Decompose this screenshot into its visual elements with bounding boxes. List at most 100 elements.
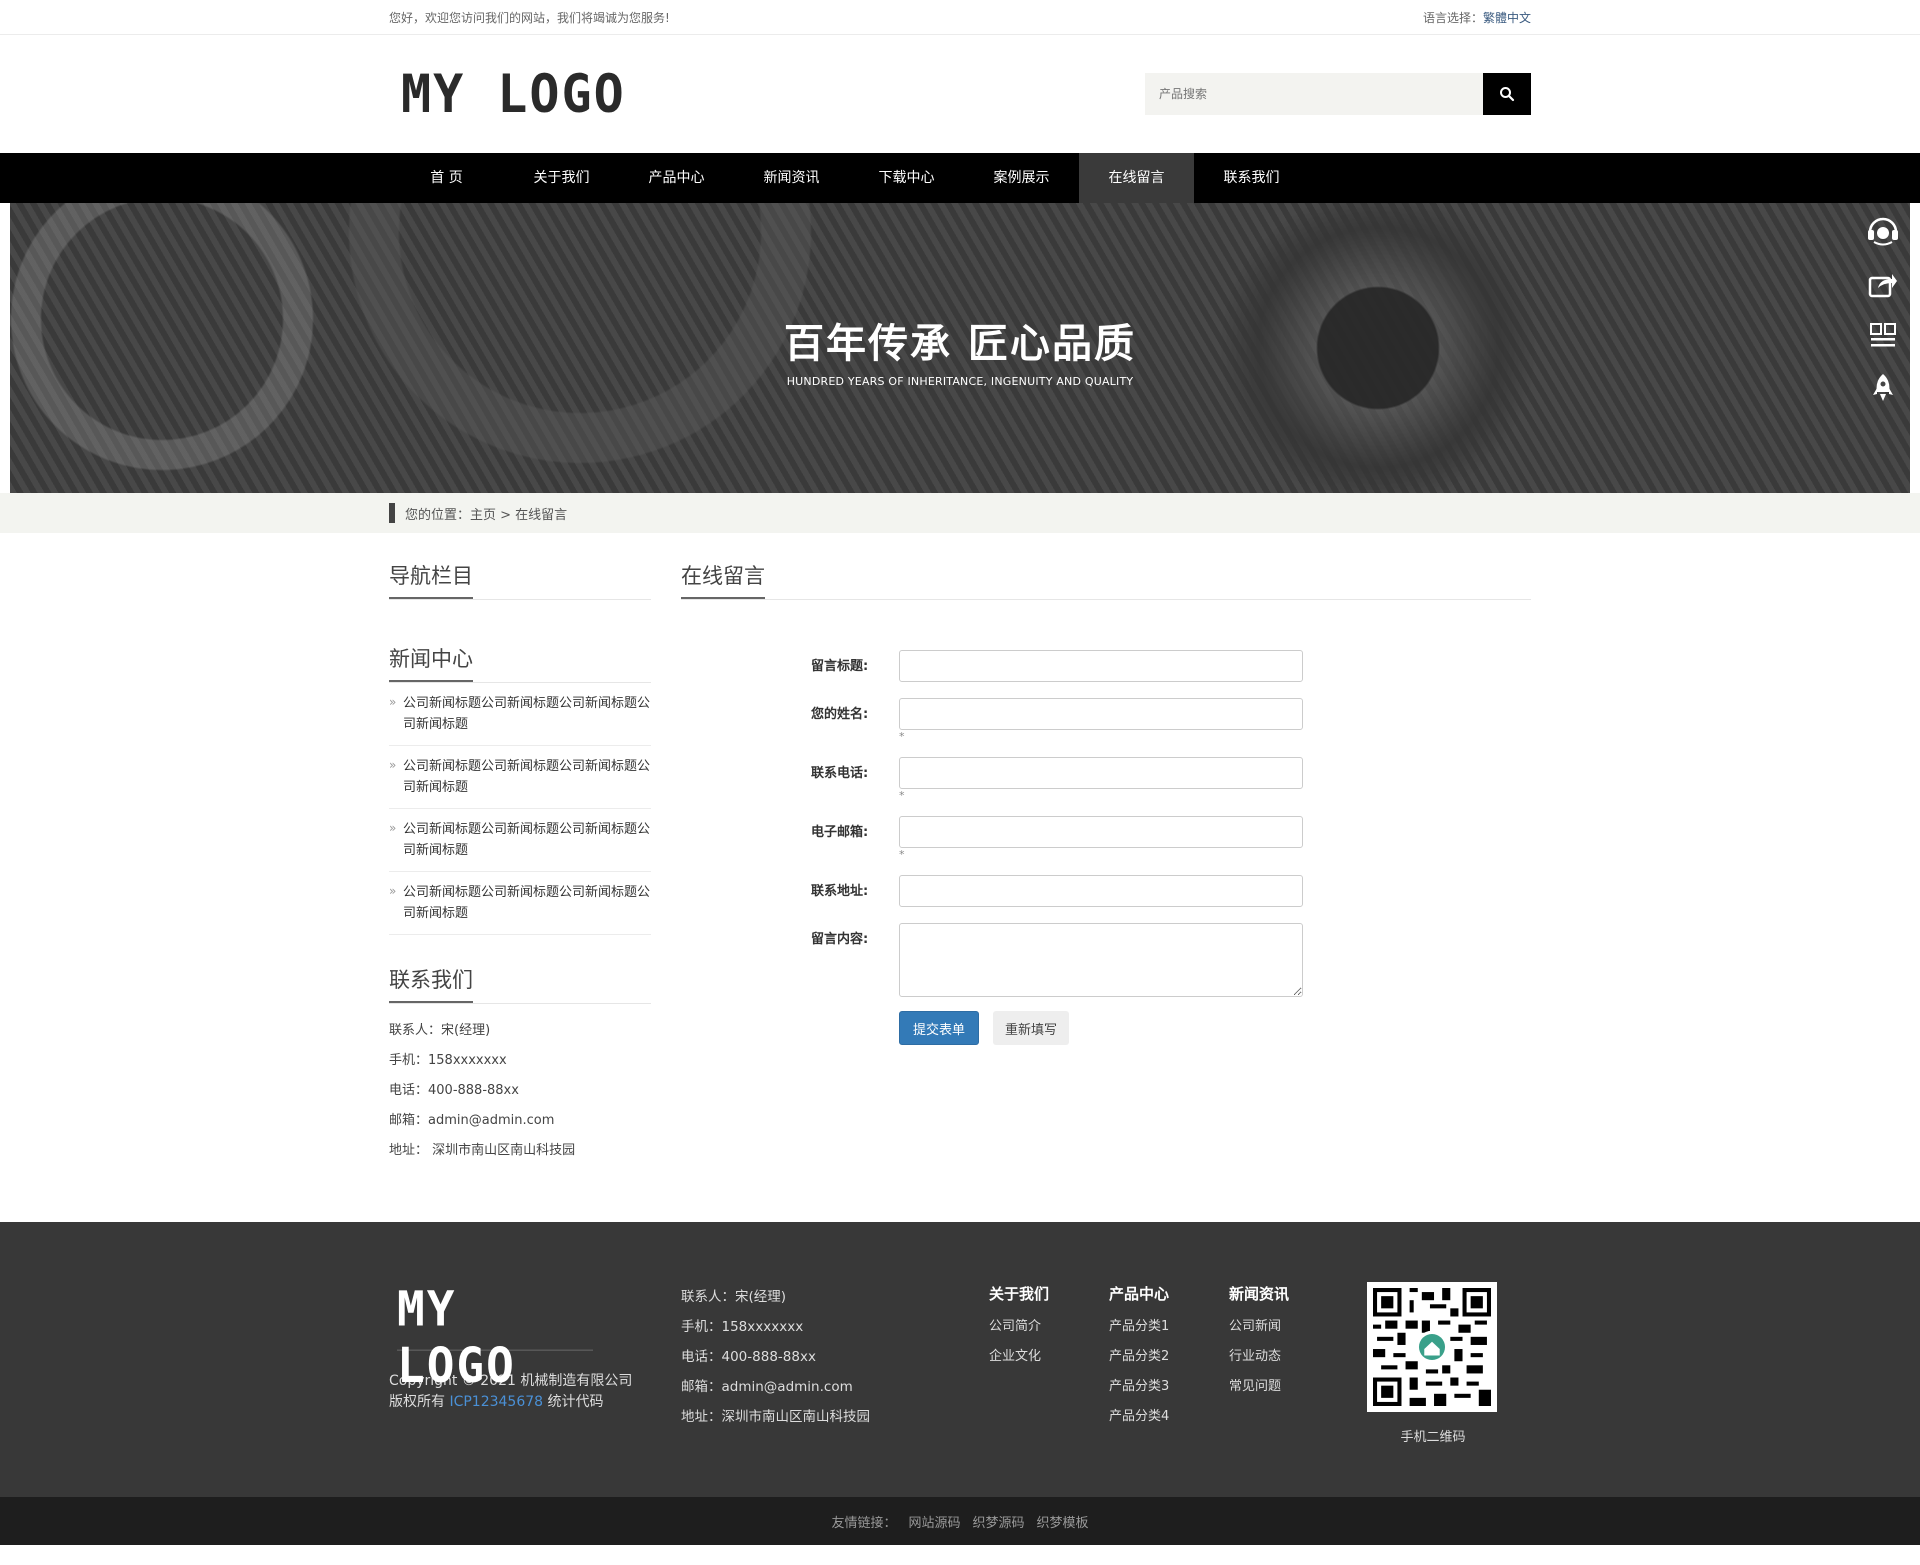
sidebar-nav-section: 导航栏目: [389, 557, 651, 600]
sidebar-contact-section: 联系我们 联系人：宋(经理) 手机：158xxxxxxx 电话：400-888-…: [389, 961, 651, 1166]
main-nav: 首 页 关于我们 产品中心 新闻资讯 下载中心 案例展示 在线留言 联系我们: [0, 153, 1920, 203]
email-field[interactable]: [899, 816, 1303, 848]
nav-item-home[interactable]: 首 页: [389, 153, 504, 203]
title-field[interactable]: [899, 650, 1303, 682]
search-box: [1145, 73, 1531, 115]
sidebar-nav-title-wrap: 导航栏目: [389, 557, 651, 600]
qrcode-icon: [1870, 323, 1896, 347]
nav-item-news[interactable]: 新闻资讯: [734, 153, 849, 203]
reset-button[interactable]: 重新填写: [993, 1011, 1070, 1045]
nav-item-about[interactable]: 关于我们: [504, 153, 619, 203]
message-form: 留言标题: 您的姓名: * 联系电话: * 电子邮箱: * 联系地址: 留言内容…: [811, 600, 1531, 1045]
contact-email: 邮箱：admin@admin.com: [389, 1113, 555, 1128]
breadcrumb-bar: 您的位置：主页 > 在线留言: [0, 493, 1920, 533]
footer-col-products: 产品中心 产品分类1 产品分类2 产品分类3 产品分类4: [1109, 1282, 1229, 1445]
footer-link[interactable]: 公司新闻: [1229, 1312, 1349, 1342]
sidebar: 导航栏目 新闻中心 公司新闻标题公司新闻标题公司新闻标题公司新闻标题 公司新闻标…: [389, 557, 651, 1206]
nav-item-products[interactable]: 产品中心: [619, 153, 734, 203]
form-row-address: 联系地址:: [811, 875, 1531, 909]
address-field[interactable]: [899, 875, 1303, 907]
contact-address: 地址： 深圳市南山区南山科技园: [389, 1143, 576, 1158]
language-link[interactable]: 繁體中文: [1483, 11, 1531, 25]
rocket-icon: [1873, 374, 1893, 401]
title-label: 留言标题:: [811, 659, 869, 674]
footer-col-about: 关于我们 公司简介 企业文化: [989, 1282, 1109, 1445]
required-mark: *: [899, 789, 905, 802]
friend-link[interactable]: 织梦源码: [973, 1512, 1025, 1531]
footer-link[interactable]: 产品分类3: [1109, 1372, 1229, 1402]
banner-slogan: 百年传承 匠心品质 HUNDRED YEARS OF INHERITANCE, …: [10, 311, 1910, 388]
footer-contact: 联系人：宋(经理) 手机：158xxxxxxx 电话：400-888-88xx …: [681, 1282, 989, 1445]
footer-link[interactable]: 行业动态: [1229, 1342, 1349, 1372]
sidebar-news-title: 新闻中心: [389, 640, 473, 682]
nav-item-message[interactable]: 在线留言: [1079, 153, 1194, 203]
side-item-service[interactable]: [1858, 206, 1908, 258]
search-button[interactable]: [1483, 73, 1531, 115]
breadcrumb[interactable]: 您的位置：主页 > 在线留言: [405, 504, 567, 523]
icp-link[interactable]: ICP12345678: [449, 1394, 543, 1410]
side-item-share[interactable]: [1858, 258, 1908, 310]
form-row-phone: 联系电话: *: [811, 757, 1531, 802]
contact-mobile: 手机：158xxxxxxx: [389, 1053, 507, 1068]
footer-link[interactable]: 公司简介: [989, 1312, 1109, 1342]
news-list: 公司新闻标题公司新闻标题公司新闻标题公司新闻标题 公司新闻标题公司新闻标题公司新…: [389, 683, 651, 935]
hero-banner: 百年传承 匠心品质 HUNDRED YEARS OF INHERITANCE, …: [10, 203, 1910, 493]
main-content: 导航栏目 新闻中心 公司新闻标题公司新闻标题公司新闻标题公司新闻标题 公司新闻标…: [0, 533, 1920, 1206]
sidebar-news-title-wrap: 新闻中心: [389, 640, 651, 683]
footer-qrcode: 手机二维码: [1367, 1282, 1499, 1445]
search-icon: [1500, 87, 1515, 102]
friend-link[interactable]: 织梦模板: [1037, 1512, 1089, 1531]
breadcrumb-marker: [389, 503, 395, 523]
sidebar-nav-title: 导航栏目: [389, 557, 473, 599]
news-item[interactable]: 公司新闻标题公司新闻标题公司新闻标题公司新闻标题: [389, 746, 651, 809]
side-toolbar: [1858, 206, 1908, 414]
nav-item-cases[interactable]: 案例展示: [964, 153, 1079, 203]
share-icon: [1868, 274, 1897, 298]
form-row-name: 您的姓名: *: [811, 698, 1531, 743]
footer-contact-address: 地址：深圳市南山区南山科技园: [681, 1409, 870, 1425]
qrcode-image: [1367, 1282, 1497, 1412]
language-label: 语言选择：: [1422, 10, 1483, 25]
footer-link[interactable]: 常见问题: [1229, 1372, 1349, 1402]
footer-link[interactable]: 产品分类4: [1109, 1402, 1229, 1432]
side-item-qrcode[interactable]: [1858, 310, 1908, 362]
footer-link[interactable]: 产品分类1: [1109, 1312, 1229, 1342]
nav-item-download[interactable]: 下载中心: [849, 153, 964, 203]
footer-col-news: 新闻资讯 公司新闻 行业动态 常见问题: [1229, 1282, 1349, 1445]
submit-button[interactable]: 提交表单: [899, 1011, 980, 1045]
qrcode-caption: 手机二维码: [1400, 1430, 1466, 1445]
phone-label: 联系电话:: [811, 766, 869, 781]
required-mark: *: [899, 848, 905, 861]
footer-col-title[interactable]: 产品中心: [1109, 1282, 1229, 1306]
footer-link[interactable]: 产品分类2: [1109, 1342, 1229, 1372]
sidebar-news-section: 新闻中心 公司新闻标题公司新闻标题公司新闻标题公司新闻标题 公司新闻标题公司新闻…: [389, 640, 651, 935]
address-label: 联系地址:: [811, 884, 869, 899]
footer-logo[interactable]: MY LOGO: [397, 1280, 593, 1394]
content-textarea[interactable]: [899, 923, 1303, 997]
site-logo[interactable]: MY LOGO: [401, 64, 626, 125]
friend-links-label: 友情链接：: [831, 1515, 897, 1531]
phone-field[interactable]: [899, 757, 1303, 789]
side-item-top[interactable]: [1858, 362, 1908, 414]
name-field[interactable]: [899, 698, 1303, 730]
news-item[interactable]: 公司新闻标题公司新闻标题公司新闻标题公司新闻标题: [389, 809, 651, 872]
content-label: 留言内容:: [811, 932, 869, 947]
form-row-email: 电子邮箱: *: [811, 816, 1531, 861]
top-bar: 您好，欢迎您访问我们的网站，我们将竭诚为您服务! 语言选择：繁體中文: [0, 0, 1920, 35]
sidebar-contact-title-wrap: 联系我们: [389, 961, 651, 1004]
search-input[interactable]: [1145, 73, 1483, 115]
form-buttons: 提交表单 重新填写: [899, 1011, 1531, 1045]
headset-icon: [1868, 217, 1898, 246]
footer-col-title[interactable]: 关于我们: [989, 1282, 1109, 1306]
nav-item-contact[interactable]: 联系我们: [1194, 153, 1309, 203]
language-switch: 语言选择：繁體中文: [1423, 9, 1531, 26]
news-item[interactable]: 公司新闻标题公司新闻标题公司新闻标题公司新闻标题: [389, 683, 651, 746]
footer-link[interactable]: 企业文化: [989, 1342, 1109, 1372]
footer-contact-mobile: 手机：158xxxxxxx: [681, 1319, 804, 1335]
page-title: 在线留言: [681, 557, 765, 599]
friend-link[interactable]: 网站源码: [908, 1512, 960, 1531]
news-item[interactable]: 公司新闻标题公司新闻标题公司新闻标题公司新闻标题: [389, 872, 651, 935]
sidebar-contact-title: 联系我们: [389, 961, 473, 1003]
form-title-wrap: 在线留言: [681, 557, 1531, 600]
footer-col-title[interactable]: 新闻资讯: [1229, 1282, 1349, 1306]
